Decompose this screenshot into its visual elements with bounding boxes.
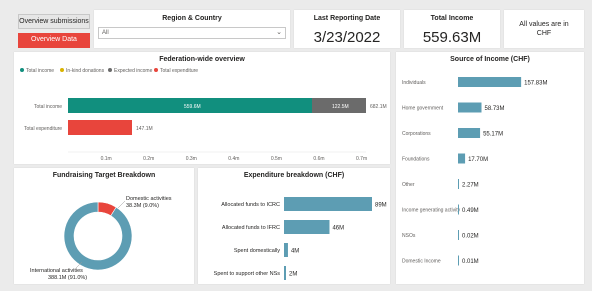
expenditure-bar-allocated-funds-to-ifrc[interactable] [284,220,330,234]
legend-label-total-expenditure: Total expenditure [160,68,198,74]
overview-data-button[interactable]: Overview Data [18,33,90,48]
region-filter-title: Region & Country [162,15,222,22]
overview-submissions-button[interactable]: Overview submissions [18,14,90,29]
expenditure-category-label: Allocated funds to IFRC [222,225,280,231]
last-reporting-card: Last Reporting Date 3/23/2022 [294,10,400,48]
legend-marker-total-expenditure [154,68,158,72]
region-dropdown[interactable]: All ⌄ [98,27,286,39]
legend-marker-expected-income [108,68,112,72]
expenditure-chart: Allocated funds to ICRC 89M Allocated fund… [214,197,387,280]
domestic-leader-line [117,200,126,209]
expenditure-category-label: Allocated funds to ICRC [221,202,280,208]
source-value-label: 0.02M [462,234,479,240]
source-bar-individuals[interactable] [458,77,522,87]
last-reporting-title: Last Reporting Date [313,15,381,22]
fundraising-donut-chart: Domestic activities 38.3M (9.0%) Interna… [30,196,172,281]
source-bar-corporations[interactable] [458,128,481,138]
row-label-total-income: Total income [34,104,62,110]
source-category-label: Other [402,182,415,188]
donut-slice-international-activities[interactable] [63,201,133,271]
source-bar-domestic-income[interactable] [458,255,459,266]
x-tick-label: 0.2m [143,156,154,162]
legend-marker-in-kind [60,68,64,72]
expenditure-value-label: 89M [375,203,387,209]
currency-note-card: All values are in CHF [504,10,584,48]
row-label-total-expenditure: Total expenditure [24,126,62,132]
last-reporting-value: 3/23/2022 [313,29,381,46]
bar-label-total-expenditure: 147.1M [136,126,153,132]
source-value-label: 58.73M [484,106,504,112]
expenditure-category-label: Spent domestically [234,248,280,254]
source-category-label: Home government [402,106,444,112]
source-category-label: Income generating activity [402,208,461,214]
x-axis-ticks: 0.1m 0.2m 0.3m 0.4m 0.5m 0.6m 0.7m [68,151,367,162]
source-category-label: Individuals [402,80,426,86]
expenditure-card: Expenditure breakdown (CHF) Allocated fu… [198,168,390,284]
bar-label-total-income: 559.6M [184,104,201,110]
source-of-income-chart: Individuals 157.83M Home government 58.73M C… [402,77,547,266]
expenditure-bar-allocated-funds-to-icrc[interactable] [284,197,372,211]
bar-label-income-total: 682.1M [370,104,387,110]
bar-total-expenditure[interactable] [68,120,132,135]
expenditure-bar-spent-to-support-other-nss[interactable] [284,266,286,280]
domestic-value: 38.3M (9.0%) [126,203,159,209]
expenditure-bar-spent-domestically[interactable] [284,243,288,257]
bar-label-expected-income: 122.5M [332,104,349,110]
domestic-label: Domestic activities [126,196,172,202]
federation-overview-chart: Total income In-kind donations Expected … [20,68,387,162]
region-filter-card: Region & Country All ⌄ [94,10,290,48]
source-category-label: NSOs [402,233,416,239]
x-tick-label: 0.6m [313,156,324,162]
source-bar-nsos[interactable] [458,230,459,240]
source-value-label: 17.70M [468,157,488,163]
legend-label-in-kind: In-kind donations [66,68,105,74]
currency-note: All values are in CHF [519,21,569,37]
legend-label-total-income: Total income [26,68,54,74]
source-category-label: Corporations [402,131,431,137]
x-tick-label: 0.7m [356,156,367,162]
source-bar-income-generating-activity[interactable] [458,204,459,215]
x-tick-label: 0.5m [271,156,282,162]
expenditure-value-label: 46M [332,226,344,232]
fundraising-card: Fundraising Target Breakdown Domestic ac… [14,168,194,284]
expenditure-value-label: 2M [289,272,297,278]
legend-marker-total-income [20,68,24,72]
source-bar-home-government[interactable] [458,102,482,113]
expenditure-category-label: Spent to support other NSs [214,271,281,277]
source-of-income-card: Source of Income (CHF) Individuals 157.83… [396,52,584,284]
total-income-card: Total Income 559.63M [404,10,500,48]
source-value-label: 0.49M [462,208,479,214]
source-value-label: 2.27M [462,183,479,189]
legend-label-expected-income: Expected income [114,68,153,74]
source-category-label: Foundations [402,157,430,163]
source-value-label: 55.17M [483,132,503,138]
source-value-label: 0.01M [462,259,479,265]
x-tick-label: 0.1m [101,156,112,162]
federation-overview-card: Federation-wide overview Total income In… [14,52,390,164]
x-tick-label: 0.4m [228,156,239,162]
federation-legend: Total income In-kind donations Expected … [20,68,198,74]
total-income-title: Total Income [430,15,474,22]
total-income-value: 559.63M [422,29,482,46]
chevron-down-icon: ⌄ [276,29,282,36]
source-bar-other[interactable] [458,179,459,189]
international-label: International activities [30,268,83,274]
expenditure-value-label: 4M [291,249,299,255]
region-dropdown-value: All [102,30,109,36]
source-value-label: 157.83M [524,81,547,87]
source-category-label: Domestic Income [402,259,441,265]
international-value: 388.1M (91.0%) [48,275,87,281]
source-bar-foundations[interactable] [458,153,466,164]
x-tick-label: 0.3m [186,156,197,162]
